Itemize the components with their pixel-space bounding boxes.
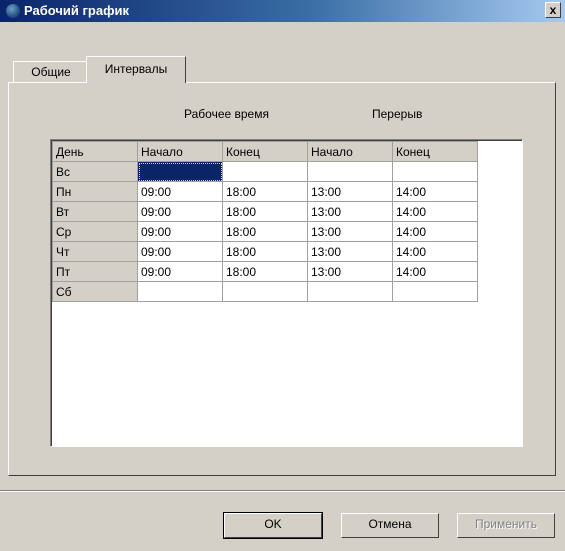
grid-cell[interactable]: 09:00	[137, 261, 223, 282]
apply-button[interactable]: Применить	[457, 513, 555, 538]
grid-cell[interactable]: 14:00	[392, 221, 478, 242]
grid-cell[interactable]: 18:00	[222, 221, 308, 242]
break-time-label: Перерыв	[372, 107, 423, 121]
grid-cell[interactable]: 13:00	[307, 181, 393, 202]
grid-cell[interactable]: 14:00	[392, 261, 478, 282]
tab-intervals[interactable]: Интервалы	[86, 56, 186, 83]
divider	[0, 490, 565, 492]
schedule-grid[interactable]: День Начало Конец Начало Конец Вс Пн 09:…	[50, 139, 523, 447]
grid-cell[interactable]: 09:00	[137, 221, 223, 242]
grid-header-row: День Начало Конец Начало Конец	[52, 141, 478, 162]
grid-cell[interactable]	[307, 161, 393, 182]
grid-cell[interactable]	[137, 281, 223, 302]
grid-cell[interactable]	[222, 281, 308, 302]
grid-cell[interactable]	[392, 161, 478, 182]
grid-cell[interactable]: 18:00	[222, 241, 308, 262]
grid-cell[interactable]	[307, 281, 393, 302]
table-row: Вт 09:00 18:00 13:00 14:00	[52, 201, 478, 222]
close-button[interactable]: x	[545, 2, 561, 18]
table-row: Вс	[52, 161, 478, 182]
title-bar: Рабочий график x	[0, 0, 565, 22]
column-header-break-start[interactable]: Начало	[307, 141, 393, 162]
ok-button[interactable]: OK	[223, 512, 323, 539]
column-header-day[interactable]: День	[52, 141, 138, 162]
grid-cell[interactable]: 18:00	[222, 201, 308, 222]
grid-cell[interactable]: 18:00	[222, 261, 308, 282]
grid-cell[interactable]: 09:00	[137, 201, 223, 222]
grid-cell[interactable]: 14:00	[392, 241, 478, 262]
row-header-day[interactable]: Вс	[52, 161, 138, 182]
column-header-work-end[interactable]: Конец	[222, 141, 308, 162]
grid-cell[interactable]: 14:00	[392, 201, 478, 222]
table-row: Сб	[52, 281, 478, 302]
work-time-label: Рабочее время	[184, 107, 269, 121]
grid-cell[interactable]	[392, 281, 478, 302]
tab-general[interactable]: Общие	[13, 61, 89, 82]
column-header-break-end[interactable]: Конец	[392, 141, 478, 162]
table-row: Чт 09:00 18:00 13:00 14:00	[52, 241, 478, 262]
grid-cell[interactable]: 13:00	[307, 201, 393, 222]
column-header-work-start[interactable]: Начало	[137, 141, 223, 162]
table-row: Ср 09:00 18:00 13:00 14:00	[52, 221, 478, 242]
table-row: Пт 09:00 18:00 13:00 14:00	[52, 261, 478, 282]
window-title: Рабочий график	[24, 3, 129, 18]
grid-cell-selected[interactable]	[137, 161, 223, 182]
table-row: Пн 09:00 18:00 13:00 14:00	[52, 181, 478, 202]
row-header-day[interactable]: Ср	[52, 221, 138, 242]
grid-cell[interactable]: 18:00	[222, 181, 308, 202]
row-header-day[interactable]: Пт	[52, 261, 138, 282]
grid-cell[interactable]: 13:00	[307, 261, 393, 282]
row-header-day[interactable]: Чт	[52, 241, 138, 262]
row-header-day[interactable]: Пн	[52, 181, 138, 202]
grid-cell[interactable]	[222, 161, 308, 182]
grid-cell[interactable]: 14:00	[392, 181, 478, 202]
grid-cell[interactable]: 13:00	[307, 241, 393, 262]
app-icon	[6, 4, 20, 18]
grid-cell[interactable]: 13:00	[307, 221, 393, 242]
row-header-day[interactable]: Сб	[52, 281, 138, 302]
cancel-button[interactable]: Отмена	[341, 513, 439, 538]
row-header-day[interactable]: Вт	[52, 201, 138, 222]
grid-cell[interactable]: 09:00	[137, 241, 223, 262]
grid-cell[interactable]: 09:00	[137, 181, 223, 202]
